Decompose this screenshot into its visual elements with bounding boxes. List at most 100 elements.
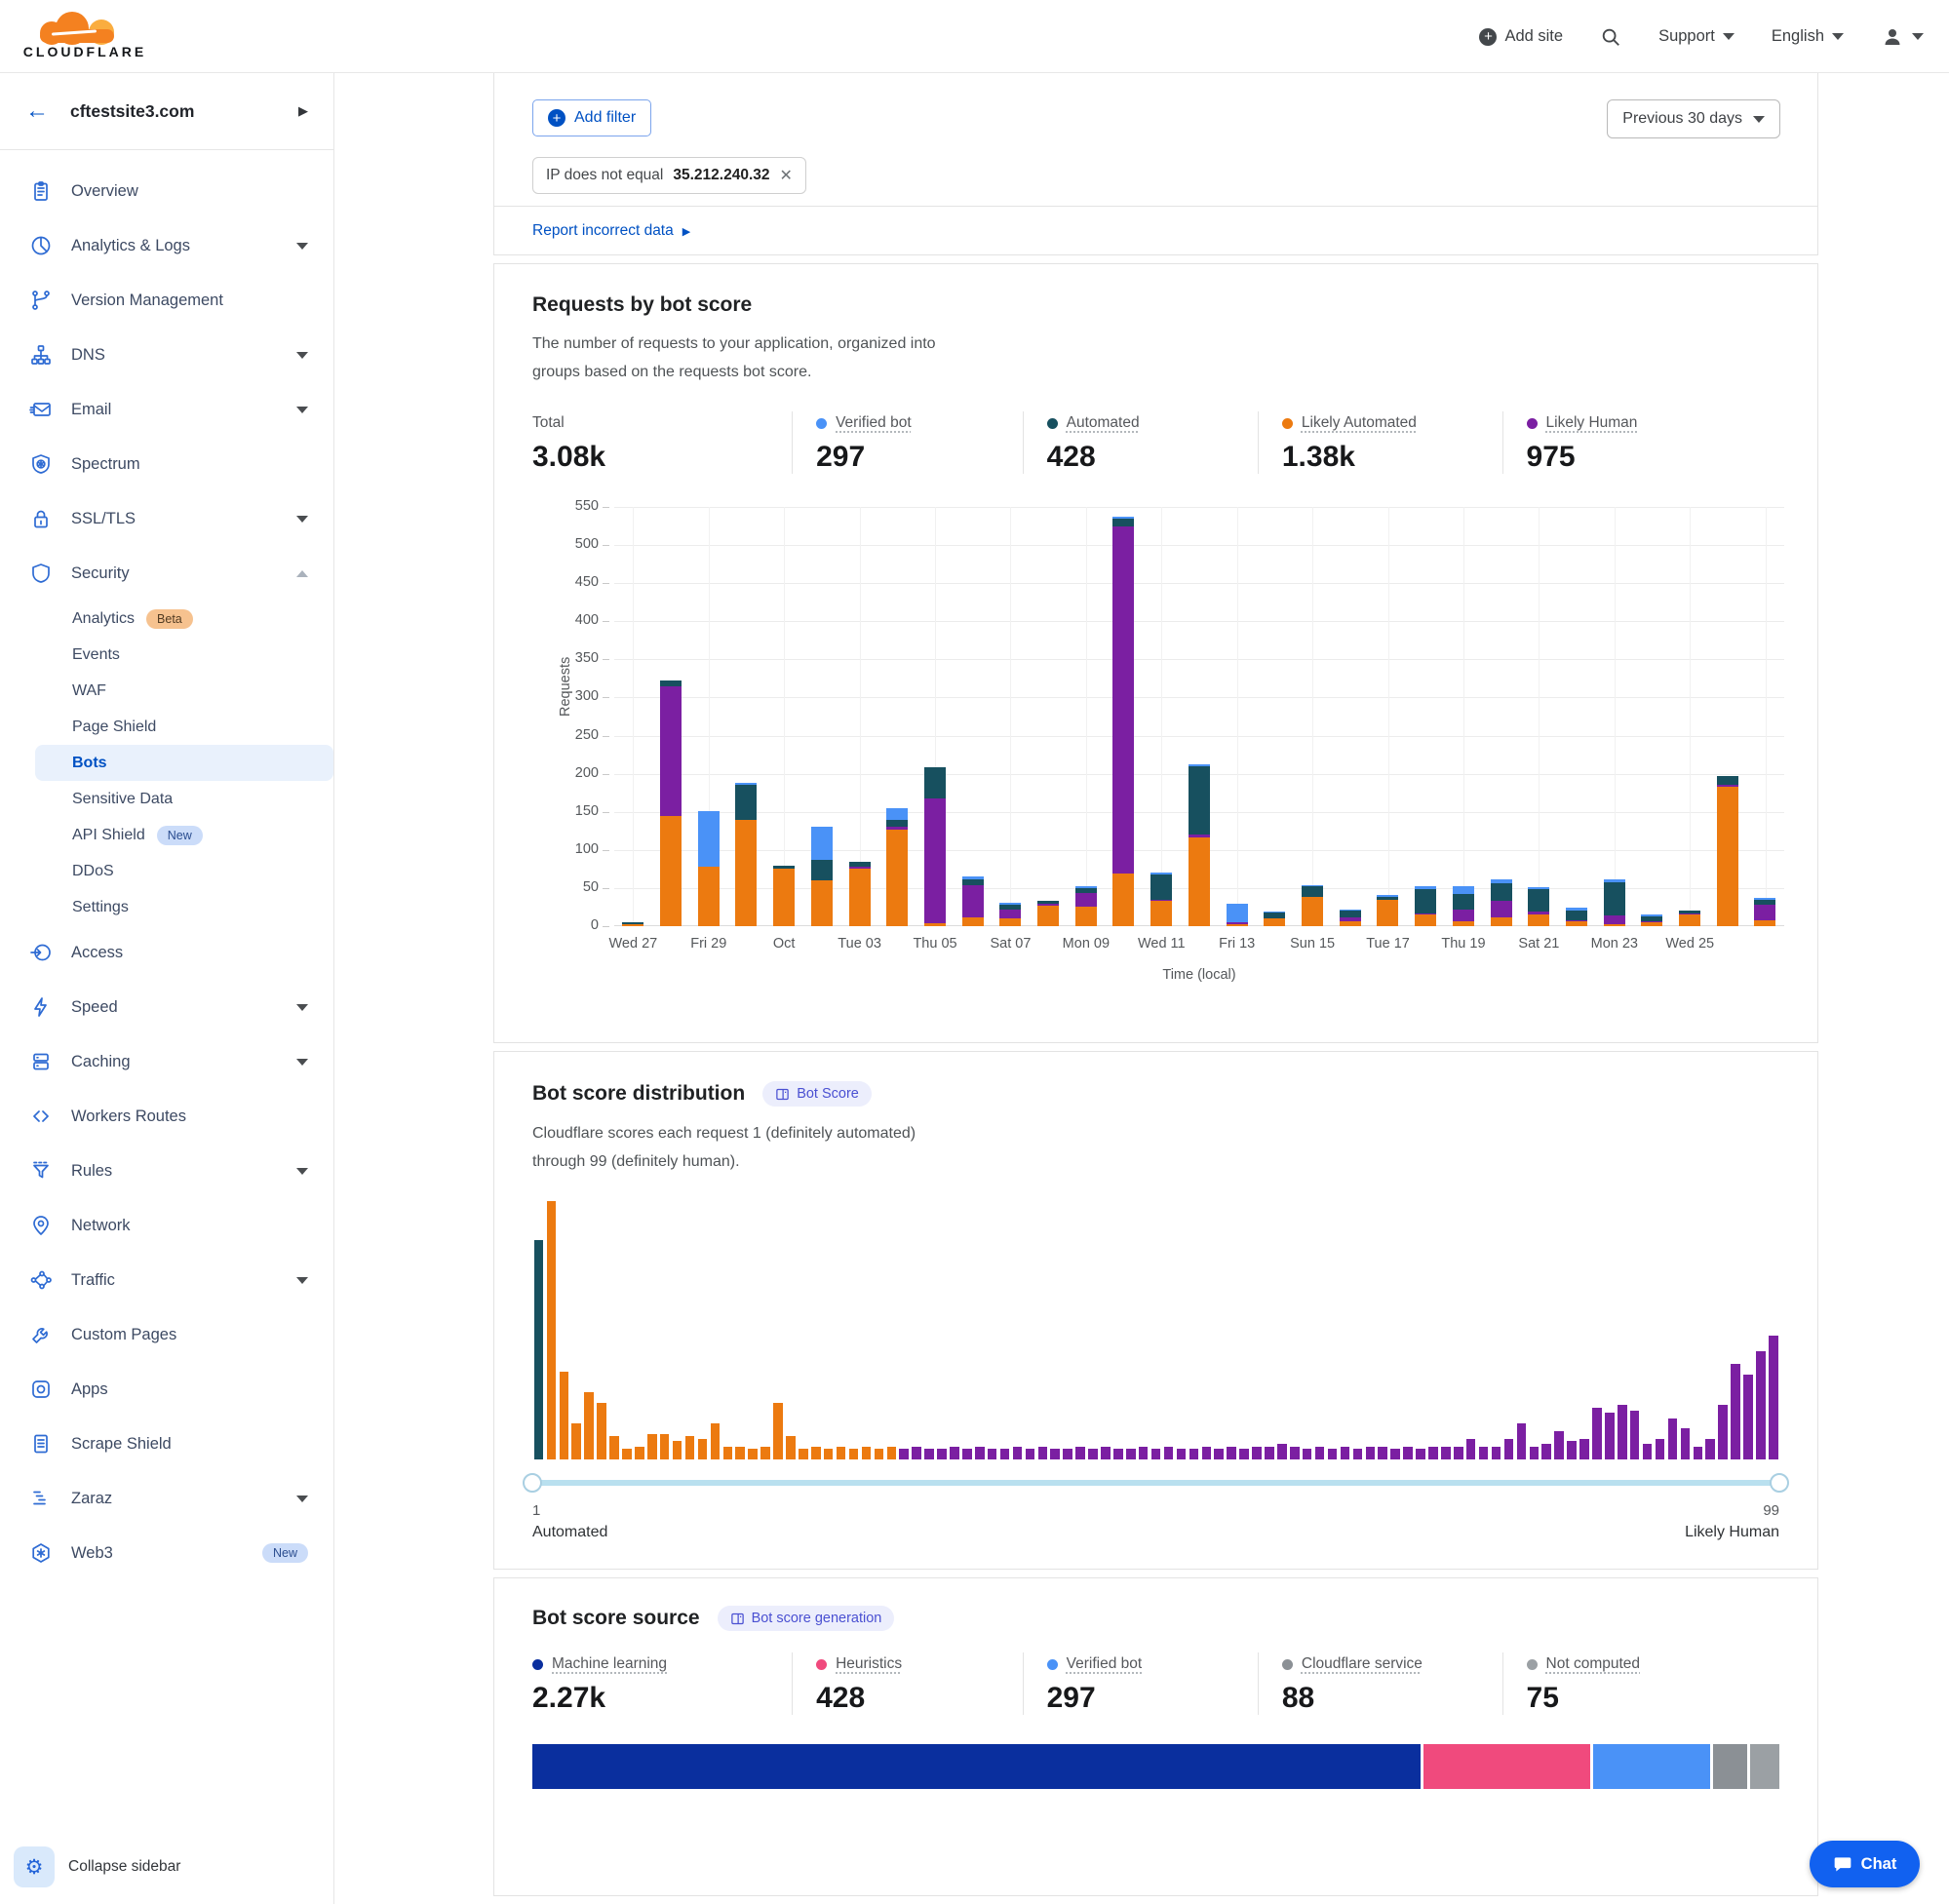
bar-day-11[interactable]: [992, 507, 1030, 926]
bar-day-30[interactable]: [1708, 507, 1746, 926]
histogram-bar-score-38[interactable]: [1000, 1449, 1010, 1459]
bar-day-20[interactable]: [1331, 507, 1369, 926]
sidebar-item-web3[interactable]: Web3New: [0, 1526, 333, 1580]
bot-score-generation-docs-badge[interactable]: Bot score generation: [718, 1606, 895, 1631]
histogram-bar-score-74[interactable]: [1454, 1447, 1463, 1459]
histogram-bar-score-95[interactable]: [1718, 1405, 1728, 1459]
histogram-bar-score-65[interactable]: [1341, 1447, 1350, 1459]
histogram-bar-score-10[interactable]: [647, 1434, 657, 1460]
bar-day-28[interactable]: [1633, 507, 1671, 926]
histogram-bar-score-76[interactable]: [1479, 1447, 1489, 1459]
histogram-bar-score-62[interactable]: [1303, 1449, 1312, 1459]
back-arrow-icon[interactable]: ←: [25, 97, 49, 125]
histogram-bar-score-52[interactable]: [1177, 1449, 1187, 1459]
sidebar-item-custom-pages[interactable]: Custom Pages: [0, 1307, 333, 1362]
histogram-bar-score-73[interactable]: [1441, 1447, 1451, 1459]
histogram-bar-score-11[interactable]: [660, 1434, 670, 1460]
histogram-bar-score-50[interactable]: [1151, 1449, 1161, 1459]
histogram-bar-score-43[interactable]: [1063, 1449, 1072, 1459]
sidebar-item-email[interactable]: Email: [0, 382, 333, 437]
histogram-bar-score-72[interactable]: [1428, 1447, 1438, 1459]
sidebar-item-ddos[interactable]: DDoS: [35, 853, 333, 889]
histogram-bar-score-46[interactable]: [1101, 1447, 1111, 1459]
histogram-bar-score-9[interactable]: [635, 1447, 644, 1459]
sidebar-item-security-events[interactable]: Events: [35, 637, 333, 673]
histogram-bar-score-25[interactable]: [837, 1447, 846, 1459]
sidebar-item-speed[interactable]: Speed: [0, 980, 333, 1034]
bar-day-12[interactable]: [1030, 507, 1068, 926]
histogram-bar-score-13[interactable]: [685, 1436, 695, 1459]
histogram-bar-score-2[interactable]: [547, 1201, 557, 1459]
account-menu[interactable]: [1881, 25, 1924, 49]
bar-day-27[interactable]: [1595, 507, 1633, 926]
slider-handle-max[interactable]: [1770, 1473, 1789, 1493]
sidebar-item-security[interactable]: Security: [0, 546, 333, 601]
histogram-bar-score-64[interactable]: [1328, 1449, 1338, 1459]
histogram-bar-score-15[interactable]: [711, 1423, 721, 1459]
bar-day-16[interactable]: [1181, 507, 1219, 926]
histogram-bar-score-4[interactable]: [571, 1423, 581, 1459]
histogram-bar-score-80[interactable]: [1530, 1447, 1540, 1459]
histogram-bar-score-47[interactable]: [1113, 1449, 1123, 1459]
histogram-bar-score-37[interactable]: [988, 1449, 997, 1459]
histogram-bar-score-8[interactable]: [622, 1449, 632, 1459]
histogram-bar-score-31[interactable]: [912, 1447, 921, 1459]
bar-day-5[interactable]: [765, 507, 803, 926]
histogram-bar-score-48[interactable]: [1126, 1449, 1136, 1459]
bot-score-docs-badge[interactable]: Bot Score: [762, 1081, 872, 1107]
sidebar-item-zaraz[interactable]: Zaraz: [0, 1471, 333, 1526]
histogram-bar-score-14[interactable]: [698, 1439, 708, 1459]
histogram-bar-score-57[interactable]: [1239, 1449, 1249, 1459]
sidebar-item-security-analytics[interactable]: AnalyticsBeta: [35, 601, 333, 637]
histogram-bar-score-94[interactable]: [1705, 1439, 1715, 1459]
histogram-bar-score-84[interactable]: [1579, 1439, 1589, 1459]
add-filter-button[interactable]: + Add filter: [532, 99, 651, 136]
histogram-bar-score-60[interactable]: [1277, 1444, 1287, 1459]
language-menu[interactable]: English: [1772, 27, 1844, 46]
source-segment-machine-learning[interactable]: [532, 1744, 1421, 1789]
histogram-bar-score-26[interactable]: [849, 1449, 859, 1459]
bar-day-18[interactable]: [1256, 507, 1294, 926]
histogram-bar-score-97[interactable]: [1743, 1375, 1753, 1459]
histogram-bar-score-35[interactable]: [962, 1449, 972, 1459]
bar-day-21[interactable]: [1369, 507, 1407, 926]
close-icon[interactable]: ✕: [780, 166, 793, 185]
histogram-bar-score-81[interactable]: [1541, 1444, 1551, 1459]
histogram-bar-score-78[interactable]: [1504, 1439, 1514, 1459]
histogram-bar-score-7[interactable]: [609, 1436, 619, 1459]
add-site-button[interactable]: + Add site: [1479, 27, 1563, 46]
histogram-bar-score-56[interactable]: [1227, 1447, 1236, 1459]
sidebar-item-security-settings[interactable]: Settings: [35, 889, 333, 925]
histogram-bar-score-71[interactable]: [1416, 1449, 1425, 1459]
histogram-bar-score-28[interactable]: [875, 1449, 884, 1459]
bar-day-25[interactable]: [1520, 507, 1558, 926]
histogram-bar-score-67[interactable]: [1366, 1447, 1376, 1459]
histogram-bar-score-85[interactable]: [1592, 1408, 1602, 1459]
histogram-bar-score-22[interactable]: [799, 1449, 808, 1459]
sidebar-item-sensitive-data[interactable]: Sensitive Data: [35, 781, 333, 817]
source-segment-heuristics[interactable]: [1423, 1744, 1591, 1789]
histogram-bar-score-17[interactable]: [735, 1447, 745, 1459]
histogram-bar-score-27[interactable]: [862, 1447, 872, 1459]
histogram-bar-score-42[interactable]: [1050, 1449, 1060, 1459]
histogram-bar-score-87[interactable]: [1618, 1405, 1627, 1459]
histogram-bar-score-53[interactable]: [1189, 1449, 1199, 1459]
histogram-bar-score-44[interactable]: [1075, 1447, 1085, 1459]
bar-day-26[interactable]: [1558, 507, 1596, 926]
histogram-bar-score-69[interactable]: [1390, 1449, 1400, 1459]
slider-track[interactable]: [532, 1480, 1779, 1486]
histogram-bar-score-32[interactable]: [924, 1449, 934, 1459]
histogram-bar-score-16[interactable]: [723, 1447, 733, 1459]
sidebar-item-bots[interactable]: Bots: [35, 745, 333, 781]
source-segment-not-computed[interactable]: [1750, 1744, 1779, 1789]
histogram-bar-score-40[interactable]: [1026, 1449, 1035, 1459]
site-switcher-chevron-icon[interactable]: ▶: [298, 103, 308, 119]
sidebar-item-apps[interactable]: Apps: [0, 1362, 333, 1417]
histogram-bar-score-33[interactable]: [937, 1449, 947, 1459]
histogram-bar-score-5[interactable]: [584, 1392, 594, 1459]
sidebar-item-version-management[interactable]: Version Management: [0, 273, 333, 328]
search-button[interactable]: [1600, 26, 1621, 48]
bar-day-8[interactable]: [878, 507, 916, 926]
filter-chip[interactable]: IP does not equal 35.212.240.32 ✕: [532, 157, 806, 194]
report-incorrect-data-link[interactable]: Report incorrect data ▶: [532, 222, 690, 240]
